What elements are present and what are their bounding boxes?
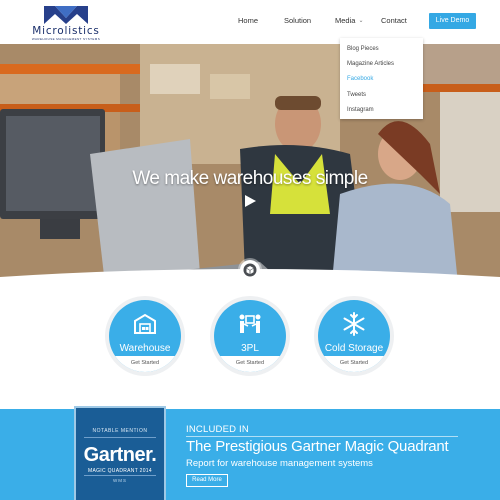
service-cold-storage[interactable]: Cold Storage Get Started — [314, 296, 394, 376]
badge-divider — [84, 475, 156, 476]
logo-wordmark: Microlistics — [32, 25, 100, 37]
get-started-label: Get Started — [130, 360, 160, 366]
service-label: Cold Storage — [324, 343, 384, 354]
banner-subtitle: Report for warehouse management systems — [186, 458, 373, 469]
cube-icon — [243, 263, 257, 277]
nav-home[interactable]: Home — [238, 16, 258, 25]
banner-title: The Prestigious Gartner Magic Quadrant — [186, 438, 449, 455]
service-label: Warehouse — [119, 343, 171, 354]
banner-kicker: INCLUDED IN — [186, 424, 249, 435]
snowflake-icon — [343, 312, 365, 336]
service-3pl[interactable]: 3PL Get Started — [210, 296, 290, 376]
hero-banner: We make warehouses simple — [0, 44, 500, 314]
service-label: 3PL — [241, 343, 259, 354]
handover-icon — [239, 314, 261, 333]
service-warehouse[interactable]: Warehouse Get Started — [105, 296, 185, 376]
warehouse-icon — [134, 313, 156, 334]
live-demo-button[interactable]: Live Demo — [429, 13, 476, 29]
logo-tagline: WAREHOUSE MANAGEMENT SYSTEMS — [31, 37, 101, 41]
nav-contact[interactable]: Contact — [381, 16, 407, 25]
badge-notable-mention: NOTABLE MENTION — [92, 428, 148, 434]
hero-headline: We make warehouses simple — [132, 168, 368, 189]
gartner-badge: NOTABLE MENTION Gartner. MAGIC QUADRANT … — [74, 406, 166, 500]
banner-rule — [186, 436, 458, 437]
nav-media-label: Media — [335, 16, 356, 25]
nav-media[interactable]: Media ⌄ — [335, 16, 363, 25]
get-started-button[interactable]: Get Started — [214, 356, 286, 372]
get-started-label: Get Started — [235, 360, 265, 366]
media-dropdown: Blog Pieces Magazine Articles Facebook T… — [340, 38, 423, 119]
badge-divider — [84, 437, 156, 438]
play-icon[interactable] — [243, 194, 257, 208]
badge-gartner-logo: Gartner. — [83, 444, 157, 466]
menu-item-tweets[interactable]: Tweets — [347, 92, 366, 98]
read-more-button[interactable]: Read More — [186, 474, 228, 487]
menu-item-magazine-articles[interactable]: Magazine Articles — [347, 61, 394, 67]
get-started-label: Get Started — [339, 360, 369, 366]
chevron-down-icon: ⌄ — [358, 18, 364, 24]
logo[interactable]: Microlistics WAREHOUSE MANAGEMENT SYSTEM… — [24, 4, 108, 42]
service-circle: 3PL Get Started — [214, 300, 286, 372]
menu-item-instagram[interactable]: Instagram — [347, 107, 374, 113]
service-circle: Warehouse Get Started — [109, 300, 181, 372]
get-started-button[interactable]: Get Started — [109, 356, 181, 372]
get-started-button[interactable]: Get Started — [318, 356, 390, 372]
site-header: Microlistics WAREHOUSE MANAGEMENT SYSTEM… — [0, 0, 500, 44]
badge-wms: WMS — [113, 478, 127, 483]
logo-mark-icon — [44, 6, 88, 24]
service-circle: Cold Storage Get Started — [318, 300, 390, 372]
menu-item-facebook[interactable]: Facebook — [347, 76, 373, 82]
badge-magic-quadrant: MAGIC QUADRANT 2014 — [88, 468, 152, 474]
menu-item-blog-pieces[interactable]: Blog Pieces — [347, 46, 379, 52]
nav-solution[interactable]: Solution — [284, 16, 311, 25]
scroll-down-button[interactable] — [240, 260, 260, 280]
